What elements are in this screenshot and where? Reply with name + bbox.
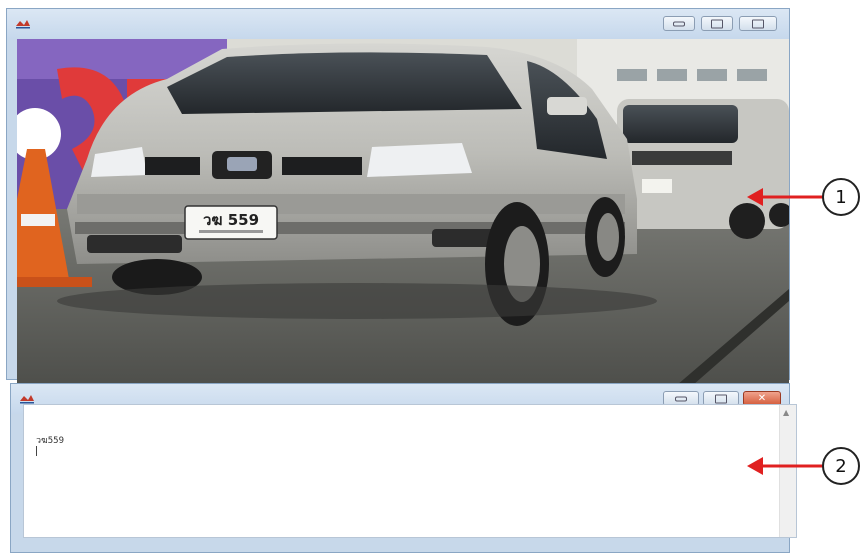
text-caret	[36, 446, 37, 456]
app-icon	[16, 20, 30, 29]
callout-arrow-1	[747, 188, 823, 206]
app-icon	[20, 395, 34, 404]
minimize-icon	[673, 21, 685, 26]
callout-2: 2	[822, 447, 860, 485]
viewer-titlebar[interactable]	[7, 9, 789, 39]
minimize-icon	[675, 396, 687, 401]
close-icon: ✕	[757, 392, 767, 404]
callout-arrow-2	[747, 457, 823, 475]
callout-1: 1	[822, 178, 860, 216]
license-plate-text: วฆ 559	[203, 211, 259, 229]
maximize-icon	[715, 394, 727, 403]
recognized-text-area[interactable]: วฆ559 ▲	[23, 404, 797, 538]
image-viewer-window: วฆ 559	[6, 8, 790, 385]
minimize-button[interactable]	[663, 16, 695, 31]
maximize-button[interactable]	[701, 16, 733, 31]
close-icon	[752, 19, 764, 28]
recognized-plate-text: วฆ559	[36, 436, 64, 446]
maximize-icon	[711, 19, 723, 28]
car-photo: วฆ 559	[17, 39, 789, 385]
scroll-up-icon[interactable]: ▲	[783, 408, 789, 417]
text-output-window: ✕ วฆ559 ▲	[10, 383, 797, 553]
close-button[interactable]	[739, 16, 777, 31]
car-scene-image: วฆ 559	[17, 39, 789, 385]
